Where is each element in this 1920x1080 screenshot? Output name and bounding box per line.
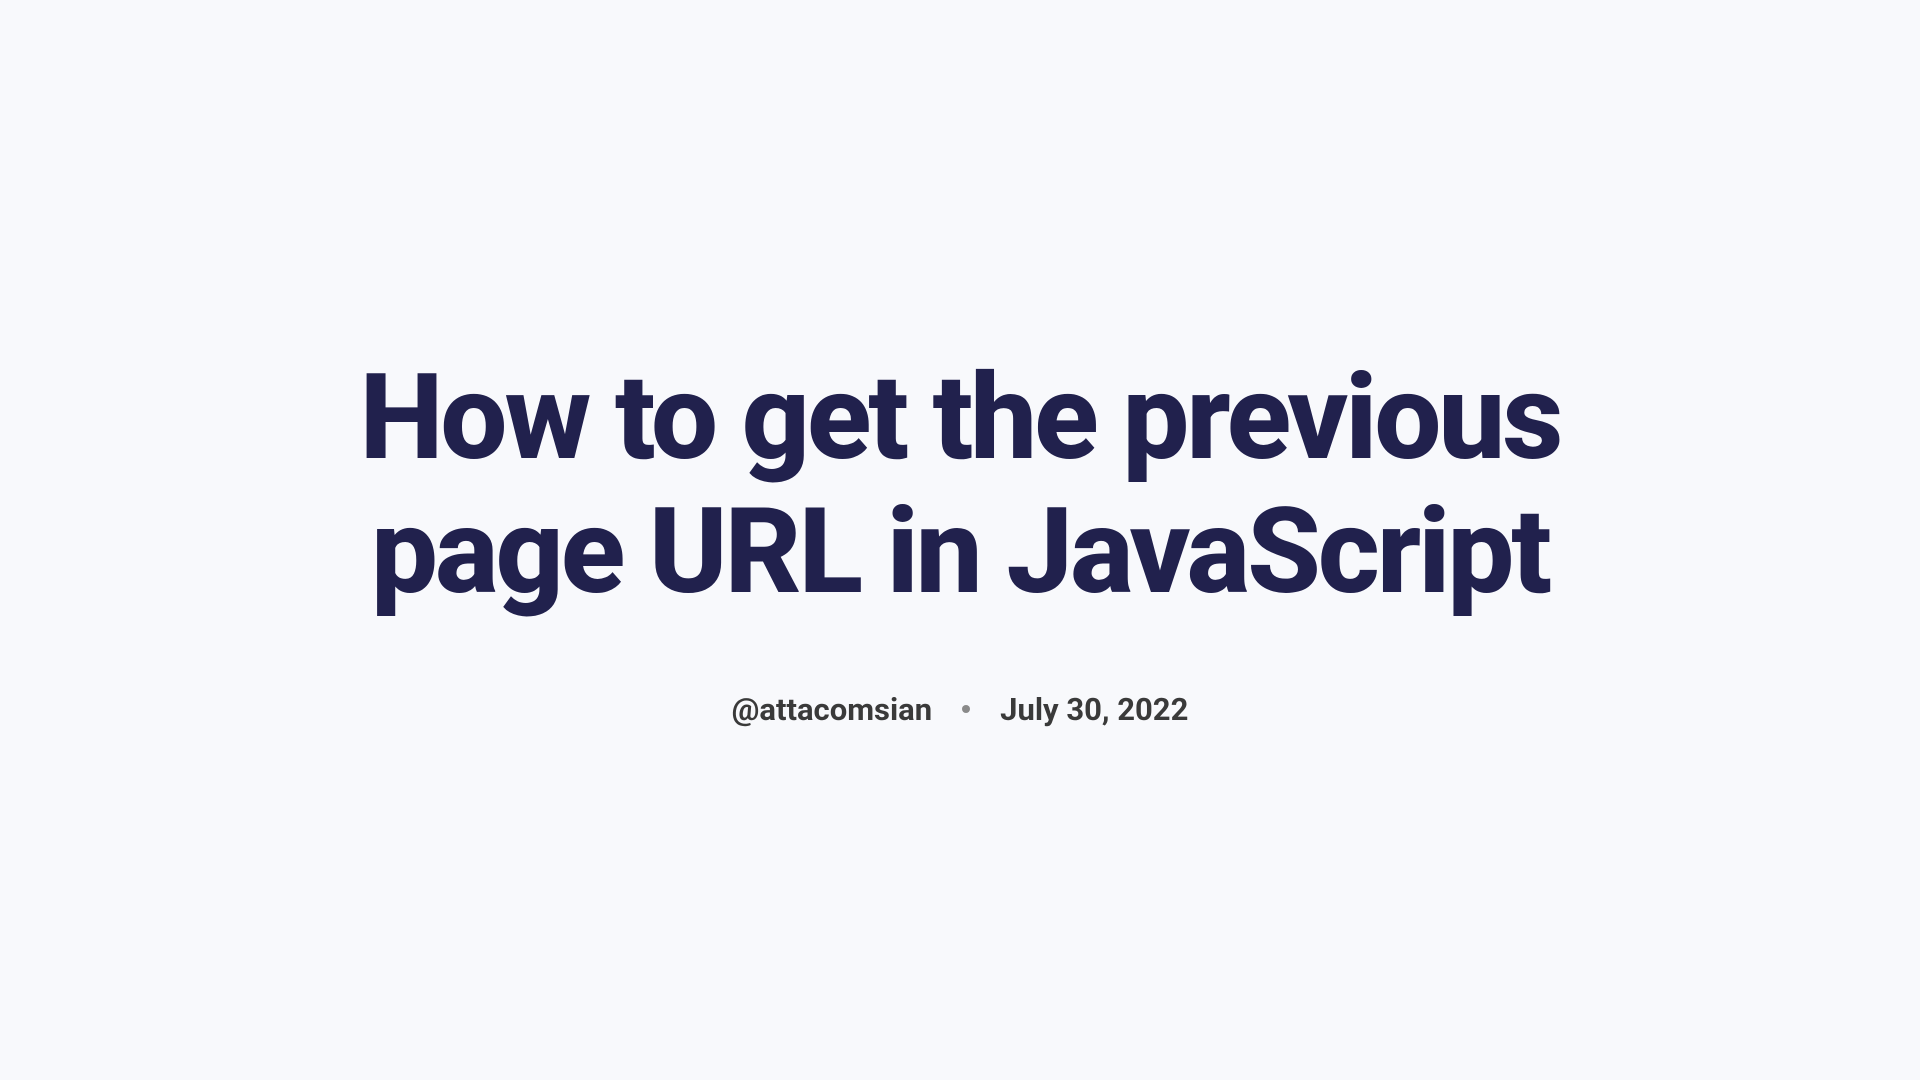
article-meta: @attacomsian July 30, 2022 (732, 691, 1189, 728)
article-date: July 30, 2022 (1000, 691, 1188, 728)
article-title: How to get the previous page URL in Java… (260, 352, 1660, 619)
article-header: How to get the previous page URL in Java… (0, 352, 1920, 728)
separator-dot (962, 705, 970, 713)
article-author: @attacomsian (732, 691, 933, 728)
